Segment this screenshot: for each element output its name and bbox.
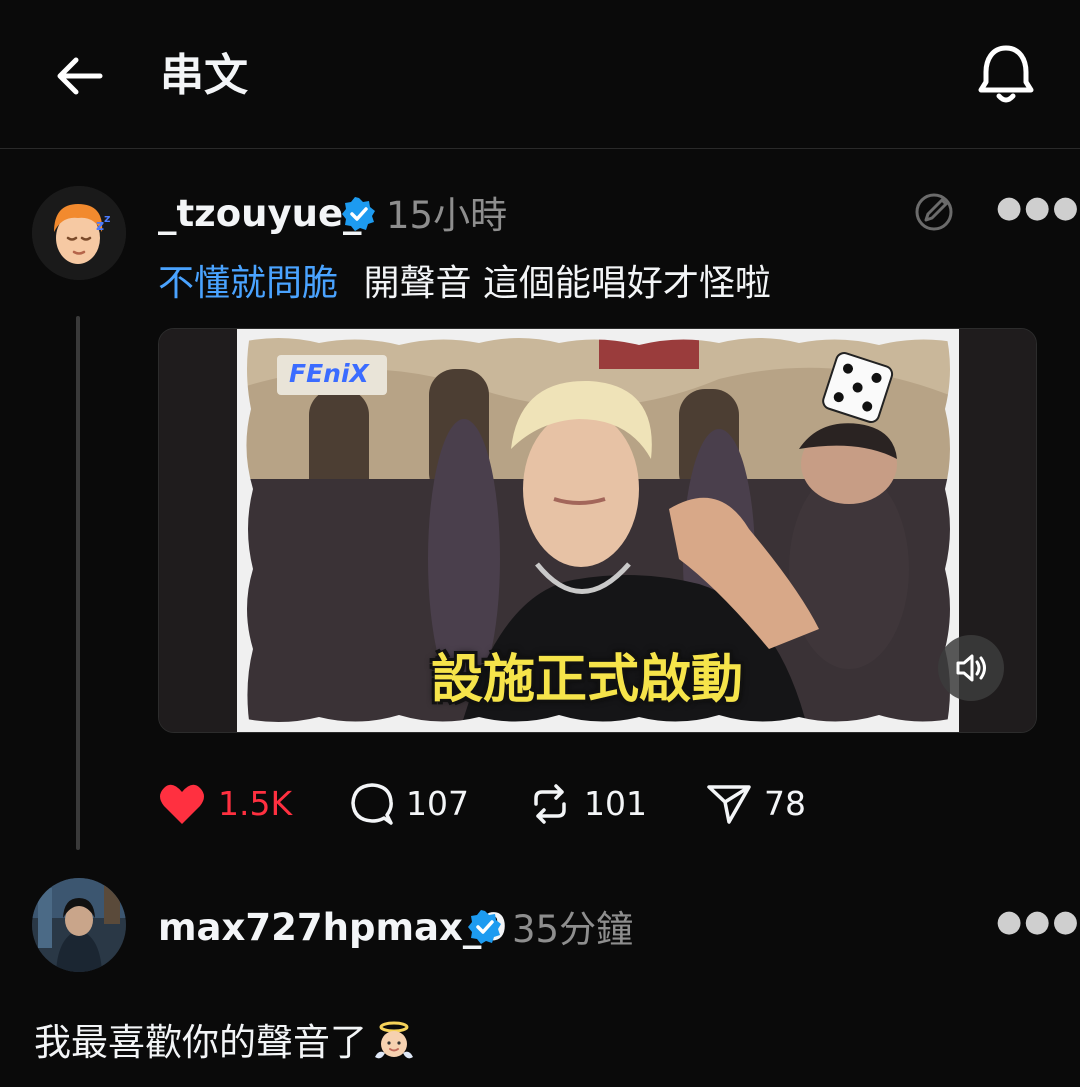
reply-text: 我最喜歡你的聲音了 <box>34 1021 367 1064</box>
baby-angel-emoji-icon <box>375 1021 413 1059</box>
heart-icon <box>160 784 204 824</box>
post-author-avatar[interactable]: z z <box>32 186 126 280</box>
reply-more-options-icon[interactable]: ●●● <box>996 904 1080 939</box>
edit-circle-icon[interactable] <box>912 190 956 234</box>
svg-text:z: z <box>104 212 110 225</box>
repost-button[interactable]: 101 <box>528 782 647 826</box>
volume-button[interactable] <box>938 635 1004 701</box>
post-username[interactable]: _tzouyue_ <box>158 192 362 236</box>
post-video[interactable]: FEniX 設施正式啟動 <box>158 328 1037 733</box>
notification-bell-icon[interactable] <box>975 42 1037 106</box>
svg-text:z: z <box>96 218 104 234</box>
like-count: 1.5K <box>218 784 293 823</box>
thread-connector-line <box>76 316 80 850</box>
profile-photo-image <box>32 878 126 972</box>
share-count: 78 <box>764 784 806 823</box>
like-button[interactable]: 1.5K <box>158 782 292 826</box>
video-logo-text: FEniX <box>289 359 369 388</box>
reply-author-avatar[interactable] <box>32 878 126 972</box>
share-button[interactable]: 78 <box>706 782 806 826</box>
verified-badge-icon <box>342 197 375 231</box>
page-title: 串文 <box>160 50 248 101</box>
reply-text-line: 我最喜歡你的聲音了 <box>34 1018 417 1068</box>
memoji-icon: z z <box>32 186 126 280</box>
post-more-options-icon[interactable]: ●●● <box>996 190 1080 225</box>
reply-username[interactable]: max727hpmax_9 <box>158 906 507 950</box>
repost-icon <box>534 784 566 824</box>
verified-badge-icon <box>468 910 501 944</box>
comment-count: 107 <box>406 784 469 823</box>
post-caption: 不懂就問脆 開聲音 這個能唱好才怪啦 <box>158 260 771 308</box>
comment-button[interactable]: 107 <box>350 782 469 826</box>
back-arrow-icon[interactable] <box>52 48 108 104</box>
comment-bubble-icon <box>351 783 393 825</box>
post-text: 開聲音 這個能唱好才怪啦 <box>363 263 771 304</box>
send-icon <box>707 785 751 824</box>
post-hashtag[interactable]: 不懂就問脆 <box>158 263 338 304</box>
reply-timestamp: 35分鐘 <box>512 908 634 951</box>
video-subtitle-text: 設施正式啟動 <box>431 650 744 710</box>
top-bar: 串文 <box>0 0 1080 149</box>
post-timestamp: 15小時 <box>386 194 508 237</box>
repost-count: 101 <box>584 784 647 823</box>
speaker-icon <box>956 654 986 682</box>
